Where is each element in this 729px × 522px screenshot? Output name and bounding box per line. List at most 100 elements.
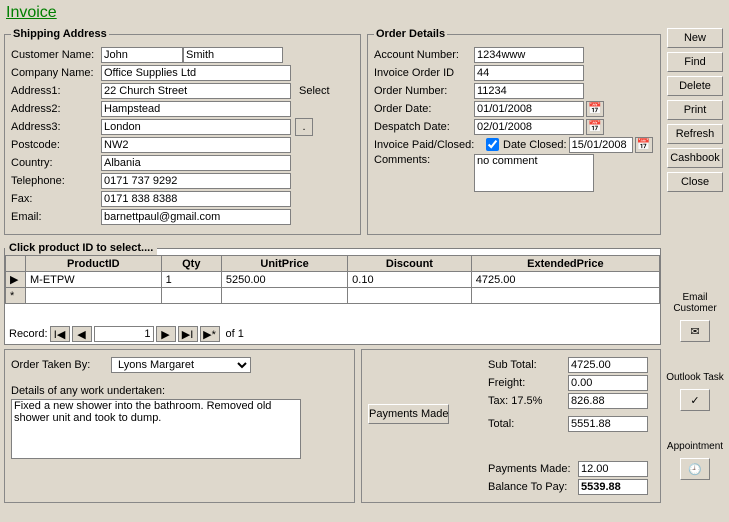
current-row-icon: ▶ xyxy=(6,272,26,288)
label-addr2: Address2: xyxy=(11,103,101,115)
addr2-input[interactable] xyxy=(101,101,291,117)
cell-unitprice[interactable]: 5250.00 xyxy=(221,272,347,288)
label-subtotal: Sub Total: xyxy=(488,359,568,371)
ellipsis-button[interactable]: . xyxy=(295,118,313,136)
first-name-input[interactable] xyxy=(101,47,183,63)
cell-productid[interactable]: M-ETPW xyxy=(26,272,162,288)
nav-new-icon[interactable]: ▶* xyxy=(200,326,220,342)
addr1-input[interactable] xyxy=(101,83,291,99)
label-customer: Customer Name: xyxy=(11,49,101,61)
work-details-textarea[interactable]: Fixed a new shower into the bathroom. Re… xyxy=(11,399,301,459)
email-input[interactable] xyxy=(101,209,291,225)
clock-icon[interactable]: 🕘 xyxy=(680,458,710,480)
new-button[interactable]: New xyxy=(667,28,723,48)
find-button[interactable]: Find xyxy=(667,52,723,72)
label-comments: Comments: xyxy=(374,154,474,166)
fax-input[interactable] xyxy=(101,191,291,207)
col-extended[interactable]: ExtendedPrice xyxy=(471,256,659,272)
company-input[interactable] xyxy=(101,65,291,81)
cashbook-button[interactable]: Cashbook xyxy=(667,148,723,168)
total-value xyxy=(568,416,648,432)
postcode-input[interactable] xyxy=(101,137,291,153)
refresh-button[interactable]: Refresh xyxy=(667,124,723,144)
label-addr1: Address1: xyxy=(11,85,101,97)
details-label: Details of any work undertaken: xyxy=(11,385,348,397)
calendar-icon[interactable]: 📅 xyxy=(586,101,604,117)
label-despatch: Despatch Date: xyxy=(374,121,474,133)
record-label: Record: xyxy=(9,328,48,340)
tax-value xyxy=(568,393,648,409)
appointment-label: Appointment xyxy=(667,441,723,452)
delete-button[interactable]: Delete xyxy=(667,76,723,96)
label-addr3: Address3: xyxy=(11,121,101,133)
print-button[interactable]: Print xyxy=(667,100,723,120)
record-pos-input[interactable] xyxy=(94,326,154,342)
telephone-input[interactable] xyxy=(101,173,291,189)
close-button[interactable]: Close xyxy=(667,172,723,192)
label-tax: Tax: 17.5% xyxy=(488,395,568,407)
product-grid-fieldset: Click product ID to select.... ProductID… xyxy=(4,241,661,345)
invoiceid-input[interactable] xyxy=(474,65,584,81)
country-input[interactable] xyxy=(101,155,291,171)
cell-qty[interactable]: 1 xyxy=(161,272,221,288)
dateclosed-input[interactable] xyxy=(569,137,633,153)
grid-legend: Click product ID to select.... xyxy=(5,241,157,255)
label-invoiceid: Invoice Order ID xyxy=(374,67,474,79)
order-taken-select[interactable]: Lyons Margaret xyxy=(111,357,251,373)
label-paid: Invoice Paid/Closed: xyxy=(374,139,486,151)
label-order-taken: Order Taken By: xyxy=(11,359,111,371)
totals-panel: Payments Made Sub Total: Freight: Tax: 1… xyxy=(361,349,661,503)
label-total: Total: xyxy=(488,418,568,430)
paid-checkbox[interactable] xyxy=(486,138,499,151)
side-buttons: New Find Delete Print Refresh Cashbook C… xyxy=(665,28,725,503)
page-title: Invoice xyxy=(0,0,729,26)
outlook-task-icon[interactable]: ✓ xyxy=(680,389,710,411)
col-discount[interactable]: Discount xyxy=(348,256,472,272)
row-selector-header xyxy=(6,256,26,272)
order-details-fieldset: Order Details Account Number: Invoice Or… xyxy=(367,28,661,235)
col-unitprice[interactable]: UnitPrice xyxy=(221,256,347,272)
nav-next-icon[interactable]: ▶ xyxy=(156,326,176,342)
label-company: Company Name: xyxy=(11,67,101,79)
record-of: of 1 xyxy=(226,328,244,340)
table-row[interactable]: ▶ M-ETPW 1 5250.00 0.10 4725.00 xyxy=(6,272,660,288)
label-postcode: Postcode: xyxy=(11,139,101,151)
col-qty[interactable]: Qty xyxy=(161,256,221,272)
comments-textarea[interactable]: no comment xyxy=(474,154,594,192)
shipping-legend: Shipping Address xyxy=(11,28,109,40)
label-orderdate: Order Date: xyxy=(374,103,474,115)
freight-value xyxy=(568,375,648,391)
payments-made-button[interactable]: Payments Made xyxy=(368,404,449,424)
calendar-icon[interactable]: 📅 xyxy=(586,119,604,135)
despatch-input[interactable] xyxy=(474,119,584,135)
order-legend: Order Details xyxy=(374,28,447,40)
ordernum-input[interactable] xyxy=(474,83,584,99)
col-productid[interactable]: ProductID xyxy=(26,256,162,272)
product-grid[interactable]: ProductID Qty UnitPrice Discount Extende… xyxy=(5,255,660,304)
payments-value xyxy=(578,461,648,477)
label-email: Email: xyxy=(11,211,101,223)
cell-extended[interactable]: 4725.00 xyxy=(471,272,659,288)
new-row-icon: * xyxy=(6,288,26,304)
label-dateclosed: Date Closed: xyxy=(503,139,567,151)
label-telephone: Telephone: xyxy=(11,175,101,187)
nav-last-icon[interactable]: ▶I xyxy=(178,326,198,342)
label-freight: Freight: xyxy=(488,377,568,389)
nav-first-icon[interactable]: I◀ xyxy=(50,326,70,342)
label-balance: Balance To Pay: xyxy=(488,481,578,493)
account-input[interactable] xyxy=(474,47,584,63)
email-customer-label: Email Customer xyxy=(665,292,725,314)
label-fax: Fax: xyxy=(11,193,101,205)
new-row[interactable]: * xyxy=(6,288,660,304)
addr3-input[interactable] xyxy=(101,119,291,135)
select-text[interactable]: Select xyxy=(299,85,330,97)
email-icon[interactable]: ✉ xyxy=(680,320,710,342)
last-name-input[interactable] xyxy=(183,47,283,63)
cell-discount[interactable]: 0.10 xyxy=(348,272,472,288)
label-country: Country: xyxy=(11,157,101,169)
nav-prev-icon[interactable]: ◀ xyxy=(72,326,92,342)
orderdate-input[interactable] xyxy=(474,101,584,117)
calendar-icon[interactable]: 📅 xyxy=(635,137,653,153)
label-payments: Payments Made: xyxy=(488,463,578,475)
label-ordernum: Order Number: xyxy=(374,85,474,97)
